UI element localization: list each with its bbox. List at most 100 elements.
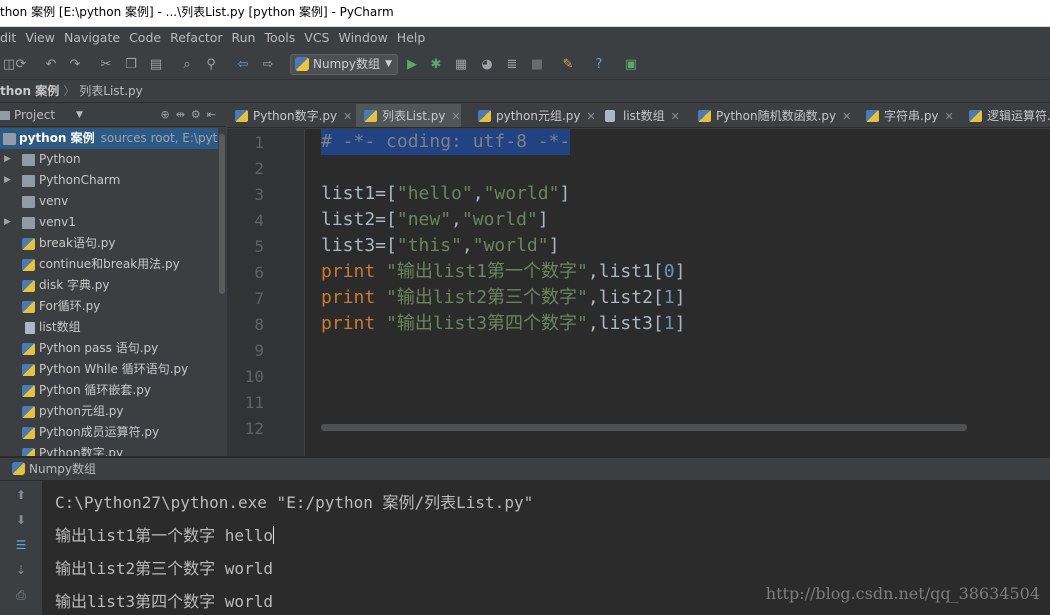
project-panel-title[interactable]: Project [14,108,55,122]
line-number: 8 [254,315,264,334]
tree-item[interactable]: venv [0,191,218,212]
chevron-right-icon[interactable]: ▶ [4,149,11,170]
tree-root[interactable]: python 案例 sources root, E:\pytho [0,128,218,149]
settings-icon[interactable]: ✎ [559,55,577,73]
tree-item[interactable]: Python成员运算符.py [0,422,218,443]
tree-item[interactable]: Python 循环嵌套.py [0,380,218,401]
collapse-icon[interactable]: ⇹ [176,108,191,121]
menu-bar: dit View Navigate Code Refactor Run Tools VCS Wi… [0,27,1050,49]
tab-5[interactable]: 字符串.py ✕ [858,104,954,127]
redo-icon[interactable]: ↷ [66,55,84,73]
cut-icon[interactable]: ✂ [97,55,115,73]
close-icon[interactable]: ✕ [945,110,954,123]
tree-item[interactable]: Python While 循环语句.py [0,359,218,380]
menu-item-2[interactable]: Navigate [64,27,120,49]
tree-item[interactable]: ▶ venv1 [0,212,218,233]
tree-item[interactable]: python元组.py [0,401,218,422]
menu-item-9[interactable]: Help [397,27,426,49]
close-icon[interactable]: ✕ [671,110,680,123]
gear-icon[interactable]: ⚙ [191,108,207,121]
print-icon[interactable]: ⎙ [14,588,28,602]
run-config-select[interactable]: Numpy数组 ▼ [290,54,398,75]
stop-icon[interactable]: ■ [528,55,546,73]
close-icon[interactable]: ✕ [842,110,851,123]
code-token: ] [674,261,686,282]
close-icon[interactable]: ✕ [343,110,352,123]
undo-icon[interactable]: ↶ [42,55,60,73]
find-icon[interactable]: ⌕ [178,55,196,73]
tab-1[interactable]: 列表List.py ✕ [356,104,461,127]
concurrency-icon[interactable]: ≣ [503,55,521,73]
tab-2[interactable]: python元组.py ✕ [470,104,596,127]
tree-item[interactable]: For循环.py [0,296,218,317]
menu-item-8[interactable]: Window [339,27,388,49]
menu-item-6[interactable]: Tools [264,27,295,49]
tree-item[interactable]: disk 字典.py [0,275,218,296]
tree-item[interactable]: continue和break用法.py [0,254,218,275]
line-number: 4 [254,211,264,230]
breadcrumb-file[interactable]: 列表List.py [79,84,143,98]
tree-item[interactable]: Python pass 语句.py [0,338,218,359]
close-icon[interactable]: ✕ [587,110,596,123]
down-arrow-icon[interactable]: ⬇ [14,513,28,527]
code-line[interactable]: list3=["this","world"] [321,233,559,259]
code-line[interactable]: print "输出list3第四个数字",list3[1] [321,311,685,337]
soft-wrap-icon[interactable]: ☰ [14,538,28,552]
replace-icon[interactable]: ⚲ [202,55,220,73]
tab-3[interactable]: list数组 ✕ [597,104,680,127]
text-file-icon [605,110,615,122]
profile-icon[interactable]: ◕ [478,55,496,73]
tree-item[interactable]: list数组 [0,317,218,338]
paste-icon[interactable]: ▤ [147,55,165,73]
chevron-right-icon[interactable]: ▶ [4,212,11,233]
run-panel-title[interactable]: Numpy数组 [29,462,96,476]
editor-horizontal-scrollbar[interactable] [321,424,967,431]
run-icon[interactable]: ▶ [403,55,421,73]
up-arrow-icon[interactable]: ⬆ [14,488,28,502]
forward-icon[interactable]: ⇨ [259,55,277,73]
code-editor[interactable]: 1 2 3 4 5 6 7 8 9 10 11 12 # -*- coding: utf-8 -*- l… [227,129,1050,456]
tree-item[interactable]: ▶ Python [0,149,218,170]
tree-item[interactable]: break语句.py [0,233,218,254]
menu-item-3[interactable]: Code [129,27,161,49]
refresh-icon[interactable]: ⟳ [12,55,30,73]
copy-icon[interactable]: ❐ [122,55,140,73]
menu-item-4[interactable]: Refactor [170,27,222,49]
chevron-right-icon[interactable]: ▶ [4,170,11,191]
code-line[interactable]: print "输出list2第三个数字",list2[1] [321,285,685,311]
close-icon[interactable]: ✕ [452,110,461,123]
menu-item-0[interactable]: dit [0,27,16,49]
code-line[interactable]: list1=["hello","world"] [321,181,570,207]
tree-items: ▶ Python ▶ PythonCharm venv ▶ venv1 break语句.py c… [0,149,218,457]
chevron-down-icon[interactable]: ▼ [76,104,83,126]
coverage-icon[interactable]: ▦ [452,55,470,73]
scroll-to-end-icon[interactable]: ⇣ [14,563,28,577]
tree-item-label: venv1 [39,215,76,229]
line-number: 5 [254,237,264,256]
tab-4[interactable]: Python随机数函数.py ✕ [690,104,851,127]
hide-icon[interactable]: ⇤ [207,108,222,121]
back-icon[interactable]: ⇦ [234,55,252,73]
help-icon[interactable]: ? [590,55,608,73]
python-file-icon [22,238,35,250]
tree-scrollbar[interactable] [218,128,226,457]
breadcrumb-separator: 〉 [63,84,76,98]
tab-0[interactable]: Python数字.py ✕ [227,104,352,127]
tree-item[interactable]: Python数字.py [0,443,218,457]
tab-6[interactable]: 逻辑运算符.py✕ [961,104,1050,127]
locate-icon[interactable]: ⊕ [160,108,175,121]
tree-item[interactable]: ▶ PythonCharm [0,170,218,191]
watermark: http://blog.csdn.net/qq_38634504 [765,584,1040,603]
menu-item-1[interactable]: View [25,27,55,49]
code-line[interactable]: list2=["new","world"] [321,207,549,233]
breadcrumb-project[interactable]: thon 案例 [0,84,59,98]
menu-item-7[interactable]: VCS [304,27,329,49]
debug-icon[interactable]: ✱ [427,55,445,73]
sdk-icon[interactable]: ▣ [622,55,640,73]
code-line[interactable]: print "输出list1第一个数字",list1[0] [321,259,685,285]
python-file-icon [478,110,491,122]
code-token: list1=[ [321,183,397,204]
code-line[interactable]: # -*- coding: utf-8 -*- [321,129,571,155]
tree-scrollbar-thumb[interactable] [219,134,225,294]
menu-item-5[interactable]: Run [232,27,256,49]
